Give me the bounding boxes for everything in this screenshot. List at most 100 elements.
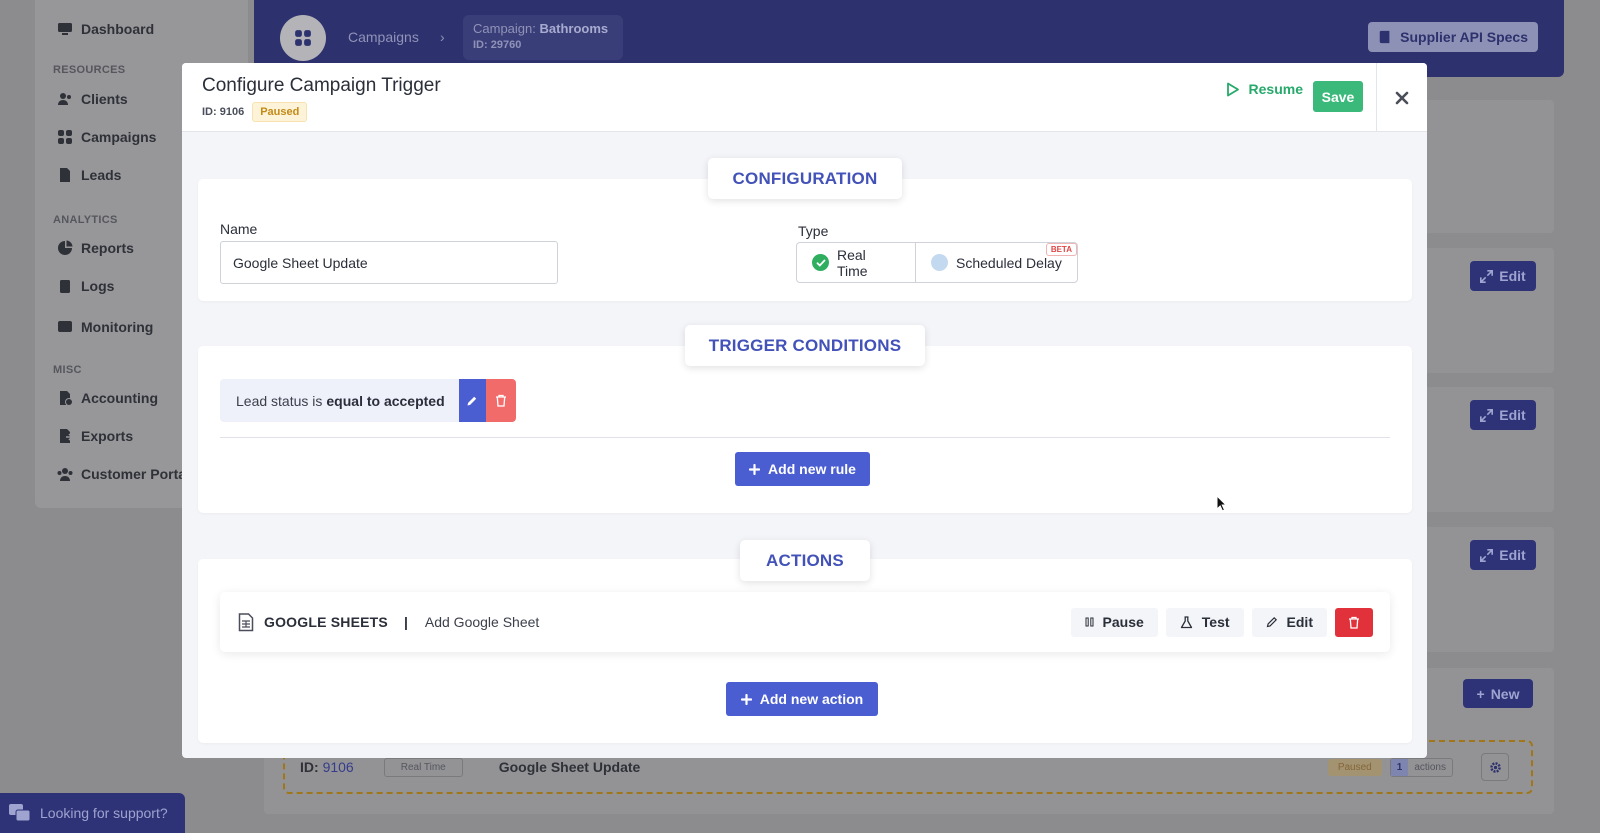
action-item: GOOGLE SHEETS | Add Google Sheet Pause T…: [220, 592, 1390, 652]
sidebar-item-label: Logs: [81, 278, 115, 294]
type-option-real-time[interactable]: Real Time: [797, 243, 915, 282]
app-menu-button[interactable]: [280, 15, 326, 61]
clipboard-icon: [60, 280, 70, 293]
trigger-id: ID: 9106: [202, 106, 245, 118]
supplier-api-specs-button[interactable]: Supplier API Specs: [1368, 22, 1538, 52]
background-edit-button[interactable]: Edit: [1470, 540, 1536, 570]
mouse-cursor-icon: [1216, 495, 1228, 512]
rule-prefix: Lead status is: [236, 392, 323, 409]
settings-button[interactable]: [1481, 753, 1509, 781]
pencil-icon: [467, 396, 477, 405]
name-input[interactable]: [220, 241, 558, 284]
sidebar-item-label: Leads: [81, 167, 122, 183]
breadcrumb-campaigns[interactable]: Campaigns: [348, 29, 419, 45]
modal-header: Configure Campaign Trigger ID: 9106 Paus…: [182, 63, 1427, 132]
background-panel: Edit: [1413, 387, 1554, 512]
sidebar-item-clients[interactable]: Clients: [57, 91, 128, 107]
type-option-label: Real Time: [837, 246, 868, 279]
background-edit-button[interactable]: Edit: [1470, 400, 1536, 430]
sidebar-item-logs[interactable]: Logs: [57, 278, 114, 294]
sidebar-item-dashboard[interactable]: Dashboard: [57, 21, 154, 37]
sidebar-section-resources: RESOURCES: [53, 64, 126, 76]
flask-icon: [1180, 615, 1192, 628]
close-icon: [1395, 91, 1409, 105]
id-prefix: ID:: [300, 759, 319, 775]
actions-label: actions: [1414, 761, 1446, 773]
expand-icon: [1480, 548, 1494, 562]
sidebar-item-label: Monitoring: [81, 319, 154, 335]
campaign-prefix: Campaign:: [473, 21, 536, 36]
trigger-conditions-section-title: TRIGGER CONDITIONS: [685, 325, 925, 366]
header-divider: [1376, 63, 1377, 132]
status-badge: Paused: [252, 102, 308, 122]
support-widget[interactable]: Looking for support?: [0, 793, 185, 833]
grid-icon: [295, 30, 311, 46]
background-edit-button[interactable]: Edit: [1470, 261, 1536, 291]
resume-button[interactable]: Resume: [1226, 81, 1303, 97]
users-icon: [58, 93, 71, 105]
close-button[interactable]: [1391, 87, 1413, 109]
support-label: Looking for support?: [40, 805, 168, 821]
sidebar-item-leads[interactable]: Leads: [57, 167, 121, 183]
delete-rule-button[interactable]: [485, 379, 516, 422]
plus-icon: [749, 463, 761, 475]
sidebar-item-accounting[interactable]: Accounting: [57, 390, 158, 406]
actions-count-badge: 1 actions: [1389, 757, 1453, 777]
plus-icon: +: [1476, 685, 1485, 702]
sidebar-item-campaigns[interactable]: Campaigns: [57, 129, 156, 145]
pause-icon: [1085, 617, 1094, 627]
chat-icon: [9, 804, 31, 822]
background-panel: Edit: [1413, 248, 1554, 373]
trash-icon: [1349, 616, 1359, 629]
sidebar-item-monitoring[interactable]: Monitoring: [57, 319, 153, 335]
background-panel: [1413, 100, 1554, 233]
edit-rule-button[interactable]: [458, 379, 486, 422]
sidebar-item-label: Reports: [81, 240, 134, 256]
id-value[interactable]: 9106: [323, 759, 354, 775]
sidebar-item-reports[interactable]: Reports: [57, 240, 134, 256]
actions-section-title: ACTIONS: [740, 540, 870, 581]
add-rule-label: Add new rule: [768, 461, 856, 477]
action-service-name: GOOGLE SHEETS: [264, 614, 388, 630]
sidebar-item-label: Clients: [81, 91, 128, 107]
expand-icon: [1480, 269, 1494, 283]
trigger-name: Google Sheet Update: [498, 759, 641, 775]
trigger-row-id: ID: 9106: [300, 759, 354, 775]
api-specs-label: Supplier API Specs: [1400, 29, 1528, 45]
edit-label: Edit: [1286, 614, 1313, 630]
edit-action-button[interactable]: Edit: [1251, 607, 1327, 637]
background-new-button[interactable]: + New: [1463, 679, 1533, 708]
pie-icon: [58, 240, 73, 255]
add-action-button[interactable]: Add new action: [726, 682, 878, 716]
action-separator: |: [403, 614, 408, 630]
type-option-scheduled-delay[interactable]: Scheduled Delay BETA: [915, 243, 1077, 282]
pause-label: Pause: [1102, 614, 1144, 630]
add-rule-button[interactable]: Add new rule: [735, 452, 870, 486]
modal-subtitle: ID: 9106 Paused: [202, 102, 308, 122]
background-panel: Edit: [1413, 527, 1554, 652]
save-button[interactable]: Save: [1313, 81, 1363, 112]
expand-icon: [1480, 408, 1494, 422]
delete-action-button[interactable]: [1335, 607, 1373, 637]
file-icon: [60, 168, 70, 182]
trigger-conditions-card: Lead status is equal to accepted Add new…: [198, 346, 1412, 513]
gear-icon: [1489, 761, 1501, 773]
campaign-name: Bathrooms: [539, 21, 609, 36]
breadcrumb-campaign-card[interactable]: Campaign: Bathrooms ID: 29760: [463, 15, 623, 60]
type-selector: Real Time Scheduled Delay BETA: [796, 242, 1078, 283]
chevron-right-icon: ›: [440, 29, 445, 45]
edit-label: Edit: [1499, 547, 1526, 563]
sidebar-item-label: Exports: [81, 428, 134, 444]
sidebar-item-exports[interactable]: Exports: [57, 428, 133, 444]
resume-label: Resume: [1248, 81, 1303, 97]
trigger-type-badge: Real Time: [383, 757, 463, 777]
test-action-button[interactable]: Test: [1165, 607, 1244, 637]
condition-rule: Lead status is equal to accepted: [220, 379, 516, 422]
sidebar-item-customer-portal[interactable]: Customer Porta: [57, 466, 186, 482]
pause-action-button[interactable]: Pause: [1070, 607, 1158, 637]
book-icon: [1379, 30, 1390, 44]
dollar-icon: [60, 391, 73, 406]
plus-icon: [740, 693, 752, 705]
trash-icon: [495, 394, 506, 407]
sidebar-item-label: Accounting: [81, 390, 158, 406]
